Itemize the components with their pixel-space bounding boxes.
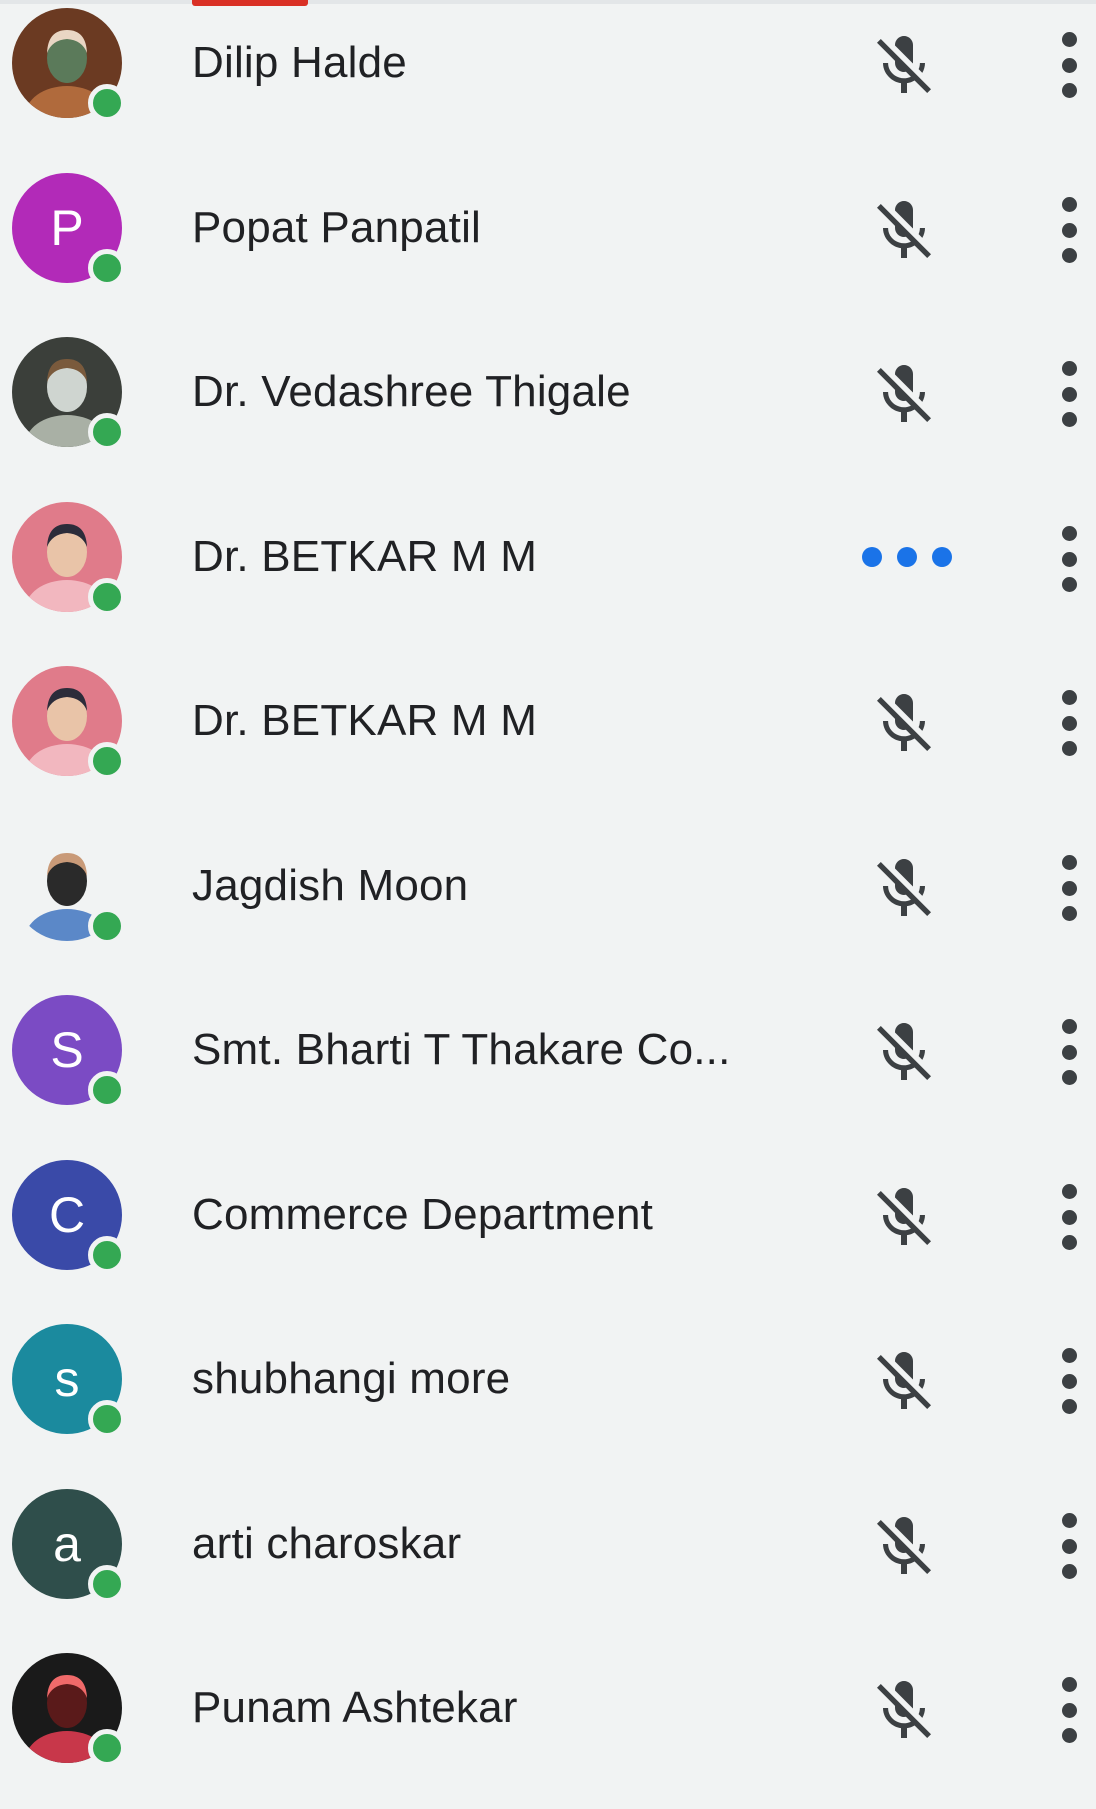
mic-off-icon (877, 1023, 931, 1080)
participant-row[interactable]: Punam Ashtekar (0, 1645, 1096, 1809)
participant-name: Smt. Bharti T Thakare Co... (192, 1025, 731, 1074)
avatar: C (12, 1160, 126, 1274)
avatar: a (12, 1489, 126, 1603)
presence-indicator (88, 1729, 126, 1767)
avatar: s (12, 1324, 126, 1438)
presence-indicator (88, 742, 126, 780)
avatar (12, 1653, 126, 1767)
presence-indicator (88, 578, 126, 616)
presence-indicator (88, 1400, 126, 1438)
avatar-initial: P (50, 200, 84, 256)
presence-indicator (88, 1236, 126, 1274)
presence-indicator (88, 1071, 126, 1109)
avatar-initial: S (50, 1022, 84, 1078)
participant-row[interactable]: C Commerce Department (0, 1152, 1096, 1316)
presence-indicator (88, 1565, 126, 1603)
participant-name: Jagdish Moon (192, 861, 469, 910)
more-options-icon[interactable] (1056, 1348, 1082, 1414)
more-options-icon[interactable] (1056, 690, 1082, 756)
more-options-icon[interactable] (1056, 526, 1082, 592)
more-options-icon[interactable] (1056, 32, 1082, 98)
mic-off-icon (877, 365, 931, 422)
avatar (12, 502, 126, 616)
more-options-icon[interactable] (1056, 361, 1082, 427)
avatar-initial: a (53, 1516, 81, 1572)
presence-indicator (88, 84, 126, 122)
participant-row[interactable]: s shubhangi more (0, 1316, 1096, 1480)
more-options-icon[interactable] (1056, 855, 1082, 921)
participant-name: Popat Panpatil (192, 203, 482, 252)
avatar (12, 8, 126, 122)
avatar (12, 831, 126, 945)
participant-row[interactable]: Dilip Halde (0, 0, 1096, 164)
more-options-icon[interactable] (1056, 1677, 1082, 1743)
mic-off-icon (877, 859, 931, 916)
avatar: S (12, 995, 126, 1109)
participant-name: arti charoskar (192, 1519, 462, 1568)
participant-row[interactable]: Jagdish Moon (0, 823, 1096, 987)
participant-name: Punam Ashtekar (192, 1683, 518, 1732)
presence-indicator (88, 249, 126, 287)
more-options-icon[interactable] (1056, 1184, 1082, 1250)
more-options-icon[interactable] (1056, 197, 1082, 263)
participant-row[interactable]: P Popat Panpatil (0, 165, 1096, 329)
presence-indicator (88, 907, 126, 945)
participant-name: Dr. Vedashree Thigale (192, 367, 631, 416)
mic-off-icon (877, 1188, 931, 1245)
mic-off-icon (877, 201, 931, 258)
participant-name: shubhangi more (192, 1354, 511, 1403)
more-options-icon[interactable] (1056, 1513, 1082, 1579)
participant-name: Dr. BETKAR M M (192, 696, 538, 745)
mic-off-icon (877, 694, 931, 751)
mic-off-icon (877, 1352, 931, 1409)
participant-row[interactable]: S Smt. Bharti T Thakare Co... (0, 987, 1096, 1151)
participant-row[interactable]: a arti charoskar (0, 1481, 1096, 1645)
participant-row[interactable]: Dr. Vedashree Thigale (0, 329, 1096, 493)
presence-indicator (88, 413, 126, 451)
mic-off-icon (877, 1517, 931, 1574)
participant-name: Dilip Halde (192, 38, 407, 87)
audio-level-icon (862, 544, 952, 570)
participant-name: Commerce Department (192, 1190, 654, 1239)
participant-row[interactable]: Dr. BETKAR M M (0, 658, 1096, 822)
participant-row[interactable]: Dr. BETKAR M M (0, 494, 1096, 658)
mic-off-icon (877, 36, 931, 93)
avatar (12, 337, 126, 451)
participant-name: Dr. BETKAR M M (192, 532, 538, 581)
avatar: P (12, 173, 126, 287)
mic-off-icon (877, 1681, 931, 1738)
avatar-initial: C (48, 1187, 86, 1243)
more-options-icon[interactable] (1056, 1019, 1082, 1085)
participant-list: Dilip Halde P Popat Panpatil Dr. Vedashr… (0, 0, 1096, 1767)
avatar-initial: s (54, 1351, 80, 1407)
avatar (12, 666, 126, 780)
